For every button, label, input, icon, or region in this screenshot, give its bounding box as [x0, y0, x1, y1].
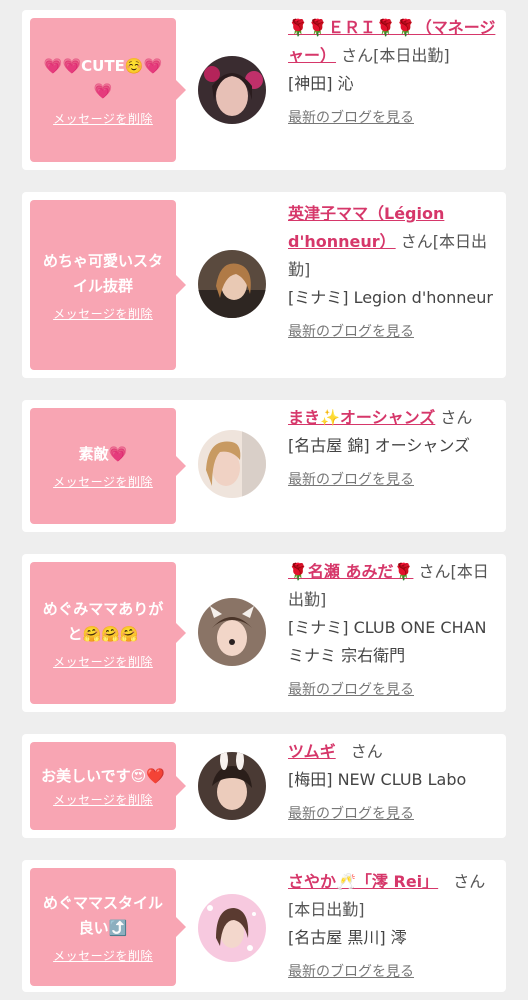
shop-label: [名古屋 黒川] 澪 — [288, 928, 407, 947]
delete-message-link[interactable]: メッセージを削除 — [53, 305, 153, 322]
message-text: 素敵💗 — [78, 445, 128, 463]
latest-blog-link[interactable]: 最新のブログを見る — [288, 104, 414, 132]
latest-blog-link[interactable]: 最新のブログを見る — [288, 800, 414, 828]
latest-blog-link[interactable]: 最新のブログを見る — [288, 676, 414, 704]
staff-info: さやか🥂「澪 Rei」 さん [本日出勤] [名古屋 黒川] 澪 最新のブログを見… — [288, 868, 500, 986]
message-bubble: 素敵💗 メッセージを削除 — [30, 408, 186, 524]
avatar[interactable] — [198, 894, 266, 962]
san-suffix: さん — [453, 872, 486, 891]
delete-message-link[interactable]: メッセージを削除 — [53, 110, 153, 127]
message-card: めぐみママありがと🤗🤗🤗 メッセージを削除 🌹名瀬 あみだ🌹 さん[本日出勤] … — [22, 554, 506, 712]
message-bubble: めぐみママありがと🤗🤗🤗 メッセージを削除 — [30, 562, 186, 704]
delete-message-link[interactable]: メッセージを削除 — [53, 947, 153, 964]
san-suffix: さん — [341, 46, 374, 65]
latest-blog-link[interactable]: 最新のブログを見る — [288, 318, 414, 346]
status-label: [本日出勤] — [373, 46, 450, 65]
staff-info: 🌹🌹ＥＲＩ🌹🌹（マネージャー） さん[本日出勤] [神田] 沁 最新のブログを見… — [288, 14, 500, 132]
staff-info: 🌹名瀬 あみだ🌹 さん[本日出勤] [ミナミ] CLUB ONE CHAN ミナ… — [288, 558, 500, 704]
staff-info: ツムギ さん [梅田] NEW CLUB Labo 最新のブログを見る — [288, 738, 500, 828]
staff-info: 英津子ママ（Légion d'honneur） さん[本日出勤] [ミナミ] L… — [288, 200, 500, 346]
message-card: お美しいです😍❤️ メッセージを削除 ツムギ さん [梅田] NEW CLUB … — [22, 734, 506, 838]
message-text: お美しいです😍❤️ — [41, 767, 165, 785]
shop-label: [ミナミ] Legion d'honneur — [288, 288, 493, 307]
message-bubble: お美しいです😍❤️ メッセージを削除 — [30, 742, 186, 830]
message-card: 💗💗CUTE☺️💗💗 メッセージを削除 🌹🌹ＥＲＩ🌹🌹（マネージャー） さん[本… — [22, 10, 506, 170]
avatar[interactable] — [198, 56, 266, 124]
message-text: めちゃ可愛いスタイル抜群 — [42, 251, 163, 295]
message-bubble: 💗💗CUTE☺️💗💗 メッセージを削除 — [30, 18, 186, 162]
message-card: めぐママスタイル良い⤴️ メッセージを削除 さやか🥂「澪 Rei」 さん [本日出… — [22, 860, 506, 992]
message-text: めぐみママありがと🤗🤗🤗 — [42, 599, 164, 643]
delete-message-link[interactable]: メッセージを削除 — [53, 473, 153, 490]
staff-name-link[interactable]: 🌹名瀬 あみだ🌹 — [288, 562, 413, 581]
shop-label: [ミナミ] CLUB ONE CHAN ミナミ 宗右衛門 — [288, 618, 487, 665]
avatar[interactable] — [198, 752, 266, 820]
avatar[interactable] — [198, 598, 266, 666]
avatar[interactable] — [198, 250, 266, 318]
latest-blog-link[interactable]: 最新のブログを見る — [288, 958, 414, 986]
staff-name-link[interactable]: まき✨オーシャンズ — [288, 408, 435, 427]
staff-name-link[interactable]: さやか🥂「澪 Rei」 — [288, 872, 438, 891]
shop-label: [梅田] NEW CLUB Labo — [288, 770, 467, 789]
message-bubble: めぐママスタイル良い⤴️ メッセージを削除 — [30, 868, 186, 986]
avatar[interactable] — [198, 430, 266, 498]
san-suffix: さん — [440, 408, 473, 427]
latest-blog-link[interactable]: 最新のブログを見る — [288, 466, 414, 494]
message-card: めちゃ可愛いスタイル抜群 メッセージを削除 英津子ママ（Légion d'hon… — [22, 192, 506, 378]
san-suffix: さん — [400, 232, 433, 251]
message-text: めぐママスタイル良い⤴️ — [42, 893, 163, 937]
delete-message-link[interactable]: メッセージを削除 — [53, 791, 153, 808]
message-text: 💗💗CUTE☺️💗💗 — [43, 56, 163, 100]
shop-label: [名古屋 錦] オーシャンズ — [288, 436, 471, 455]
shop-label: [神田] 沁 — [288, 74, 354, 93]
status-label: [本日出勤] — [288, 900, 365, 919]
san-suffix: さん — [350, 742, 383, 761]
staff-name-link[interactable]: ツムギ — [288, 742, 336, 761]
staff-info: まき✨オーシャンズ さん [名古屋 錦] オーシャンズ 最新のブログを見る — [288, 404, 500, 494]
message-card: 素敵💗 メッセージを削除 まき✨オーシャンズ さん [名古屋 錦] オーシャンズ… — [22, 400, 506, 532]
delete-message-link[interactable]: メッセージを削除 — [53, 653, 153, 670]
san-suffix: さん — [418, 562, 451, 581]
message-bubble: めちゃ可愛いスタイル抜群 メッセージを削除 — [30, 200, 186, 370]
